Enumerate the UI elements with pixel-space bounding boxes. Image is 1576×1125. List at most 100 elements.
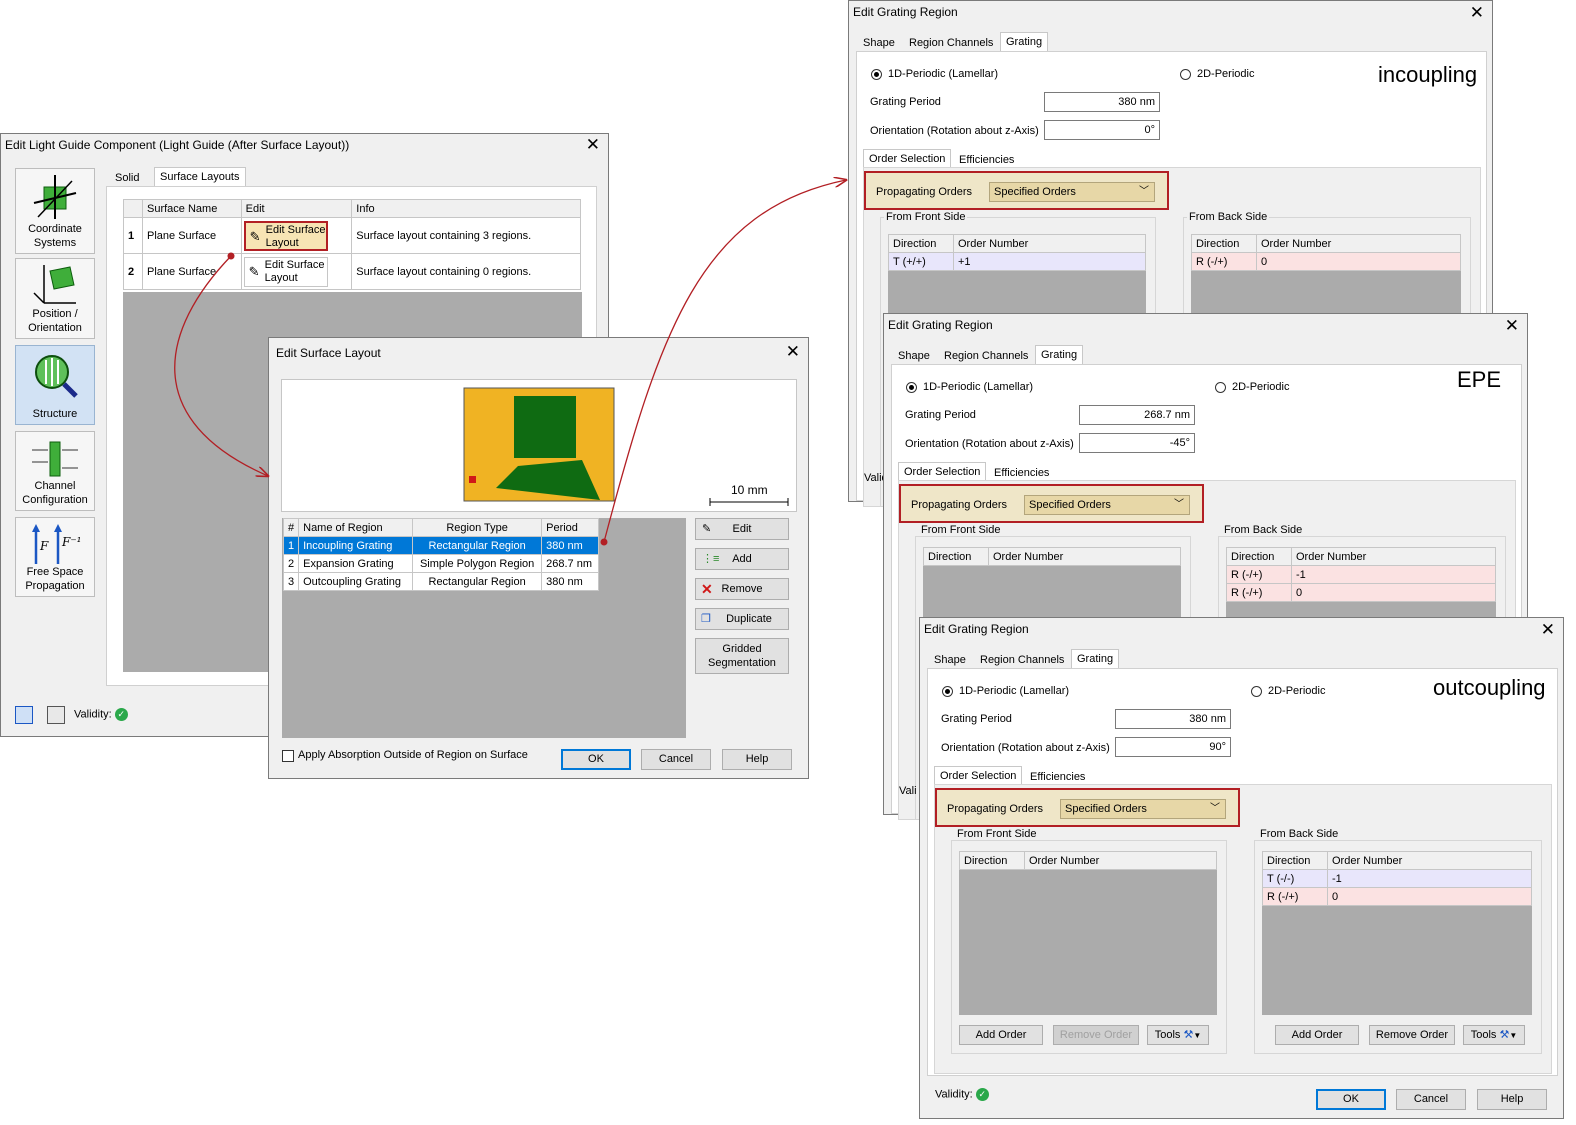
tab-surface-layouts[interactable]: Surface Layouts: [154, 167, 246, 186]
tab-order-selection[interactable]: Order Selection: [898, 462, 987, 481]
radio-2d-periodic[interactable]: [1180, 69, 1191, 80]
radio-1d-periodic[interactable]: [942, 686, 953, 697]
close-icon[interactable]: ✕: [586, 135, 600, 155]
region-period: 380 nm: [541, 572, 600, 591]
order-number: 0: [1327, 887, 1532, 906]
table-row[interactable]: T (+/+) +1: [888, 252, 1146, 271]
ok-button[interactable]: OK: [561, 749, 631, 770]
add-order-button[interactable]: Add Order: [959, 1025, 1043, 1045]
absorption-checkbox[interactable]: [282, 750, 294, 762]
remove-region-button[interactable]: ✕ Remove: [695, 578, 789, 600]
front-side-title: From Front Side: [955, 828, 1039, 840]
grating-period-input[interactable]: 268.7 nm: [1079, 405, 1195, 425]
grating-period-input[interactable]: 380 nm: [1044, 92, 1160, 112]
pencil-icon: ✎: [702, 523, 712, 535]
tools-button[interactable]: Tools ⚒▼: [1463, 1025, 1525, 1045]
sidebar-item-free-space-propagation[interactable]: F F⁻¹ Free Space Propagation: [15, 517, 95, 597]
front-orders-area: [959, 851, 1217, 1015]
tools-icon: ⚒: [1183, 1029, 1194, 1041]
order-number: 0: [1256, 252, 1461, 271]
tab-grating[interactable]: Grating: [1000, 32, 1049, 51]
dialog-tag: incoupling: [1378, 62, 1478, 87]
sidebar-item-coordinate-systems[interactable]: Coordinate Systems: [15, 168, 95, 254]
regions-table: # Name of Region Region Type Period 1 In…: [282, 518, 600, 591]
table-row[interactable]: 2 Expansion Grating Simple Polygon Regio…: [282, 554, 600, 573]
remove-order-button[interactable]: Remove Order: [1053, 1025, 1139, 1045]
sidebar-item-channel-configuration[interactable]: Channel Configuration: [15, 431, 95, 511]
radio-2d-label: 2D-Periodic: [1232, 381, 1290, 393]
help-button[interactable]: Help: [1477, 1089, 1547, 1110]
surface-table: Surface Name Edit Info 1 Plane Surface ✎…: [123, 199, 581, 290]
remove-order-button[interactable]: Remove Order: [1369, 1025, 1455, 1045]
orientation-input[interactable]: 0°: [1044, 120, 1160, 140]
table-row[interactable]: R (-/+) -1: [1226, 565, 1496, 584]
front-side-title: From Front Side: [884, 211, 968, 223]
col-header: Region Type: [412, 518, 543, 537]
incoupling-region: [514, 396, 576, 458]
propagating-orders-select[interactable]: Specified Orders ﹀: [1060, 799, 1226, 819]
edit-surface-layout-button[interactable]: ✎ Edit Surface Layout: [243, 220, 328, 251]
pencil-icon: ✎: [248, 263, 260, 279]
tab-shape[interactable]: Shape: [929, 651, 971, 669]
table-row[interactable]: 3 Outcoupling Grating Rectangular Region…: [282, 572, 600, 591]
edit-surface-layout-button[interactable]: ✎ Edit Surface Layout: [243, 256, 328, 287]
gridded-segmentation-button[interactable]: Gridded Segmentation: [695, 638, 789, 674]
radio-1d-periodic[interactable]: [871, 69, 882, 80]
tab-grating[interactable]: Grating: [1071, 649, 1120, 668]
chevron-down-icon: ▼: [1509, 1031, 1518, 1040]
tab-shape[interactable]: Shape: [858, 34, 900, 52]
tools-button[interactable]: Tools ⚒▼: [1147, 1025, 1209, 1045]
help-button[interactable]: Help: [722, 749, 792, 770]
orientation-input[interactable]: 90°: [1115, 737, 1231, 757]
col-header: Surface Name: [142, 199, 242, 218]
ok-button[interactable]: OK: [1316, 1089, 1386, 1110]
tab-region-channels[interactable]: Region Channels: [975, 651, 1069, 669]
sidebar-item-structure[interactable]: Structure: [15, 345, 95, 425]
radio-1d-periodic[interactable]: [906, 382, 917, 393]
add-order-button[interactable]: Add Order: [1275, 1025, 1359, 1045]
tab-solid[interactable]: Solid: [110, 169, 144, 187]
view-icon[interactable]: [47, 706, 65, 724]
grating-dialog-outcoupling: Edit Grating Region ✕ Shape Region Chann…: [919, 617, 1564, 1119]
front-side-title: From Front Side: [919, 524, 1003, 536]
tab-order-selection[interactable]: Order Selection: [863, 149, 952, 168]
radio-2d-periodic[interactable]: [1251, 686, 1262, 697]
close-icon[interactable]: ✕: [1505, 316, 1519, 336]
table-row[interactable]: R (-/+) 0: [1262, 887, 1532, 906]
save-icon[interactable]: [15, 706, 33, 724]
duplicate-region-button[interactable]: ❐ Duplicate: [695, 608, 789, 630]
region-name: Incoupling Grating: [298, 536, 414, 555]
tab-order-selection[interactable]: Order Selection: [934, 766, 1023, 785]
order-direction: R (-/+): [1226, 583, 1292, 602]
region-type: Rectangular Region: [412, 536, 543, 555]
cancel-button[interactable]: Cancel: [1396, 1089, 1466, 1110]
region-num: 2: [282, 554, 300, 573]
table-row[interactable]: 1 Incoupling Grating Rectangular Region …: [282, 536, 600, 555]
grating-period-input[interactable]: 380 nm: [1115, 709, 1231, 729]
radio-2d-periodic[interactable]: [1215, 382, 1226, 393]
order-direction: R (-/+): [1262, 887, 1328, 906]
close-icon[interactable]: ✕: [1470, 3, 1484, 23]
tab-region-channels[interactable]: Region Channels: [904, 34, 998, 52]
surface-info: Surface layout containing 3 regions.: [351, 217, 581, 254]
table-row[interactable]: R (-/+) 0: [1191, 252, 1461, 271]
cancel-button[interactable]: Cancel: [641, 749, 711, 770]
add-region-button[interactable]: ⋮≡ Add: [695, 548, 789, 570]
close-icon[interactable]: ✕: [1541, 620, 1555, 640]
propagating-orders-select[interactable]: Specified Orders ﹀: [1024, 495, 1190, 515]
propagating-orders-select[interactable]: Specified Orders ﹀: [989, 182, 1155, 202]
region-name: Outcoupling Grating: [298, 572, 414, 591]
edit-region-button[interactable]: ✎ Edit: [695, 518, 789, 540]
table-row[interactable]: T (-/-) -1: [1262, 869, 1532, 888]
grating-period-label: Grating Period: [905, 409, 976, 421]
tab-shape[interactable]: Shape: [893, 347, 935, 365]
channel-configuration-icon: [32, 441, 78, 477]
close-icon[interactable]: ✕: [786, 342, 800, 362]
orientation-input[interactable]: -45°: [1079, 433, 1195, 453]
sidebar-item-position-orientation[interactable]: Position / Orientation: [15, 258, 95, 339]
table-row[interactable]: R (-/+) 0: [1226, 583, 1496, 602]
dialog-title: Edit Grating Region: [888, 318, 993, 332]
tab-grating[interactable]: Grating: [1035, 345, 1084, 364]
layout-preview: 10 mm: [281, 379, 797, 512]
tab-region-channels[interactable]: Region Channels: [939, 347, 1033, 365]
